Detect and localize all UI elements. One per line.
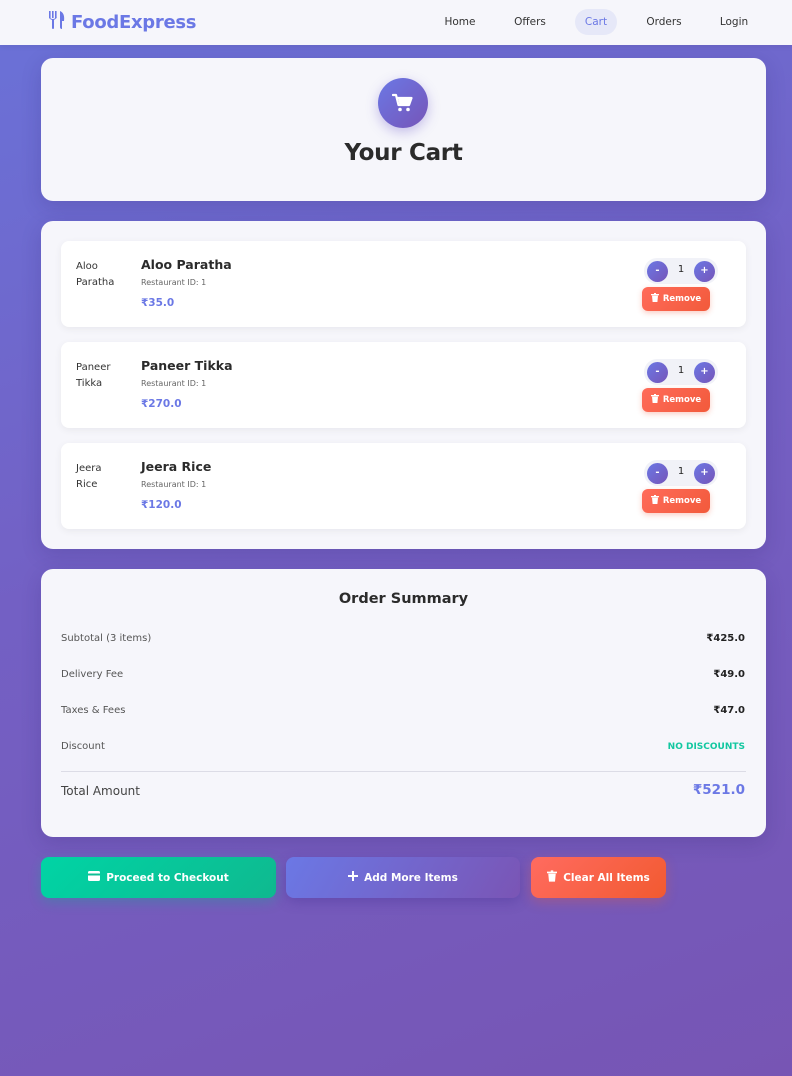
subtotal-value: ₹425.0 [706, 633, 745, 644]
item-restaurant: Restaurant ID: 1 [141, 480, 207, 489]
nav-offers[interactable]: Offers [506, 9, 554, 35]
nav-cart[interactable]: Cart [575, 9, 617, 35]
quantity-value: 1 [677, 466, 685, 477]
total-label: Total Amount [61, 784, 140, 798]
trash-icon [650, 293, 659, 305]
item-name: Paneer Tikka [141, 358, 233, 373]
item-image: Aloo Paratha [76, 261, 115, 288]
remove-item-button[interactable]: Remove [642, 287, 710, 311]
delivery-fee-label: Delivery Fee [61, 669, 124, 680]
order-summary-card: Order Summary Subtotal (3 items) ₹425.0 … [41, 569, 766, 837]
quantity-value: 1 [677, 365, 685, 376]
clear-all-items-button[interactable]: Clear All Items [531, 857, 666, 898]
item-price: ₹120.0 [141, 499, 182, 511]
checkout-label: Proceed to Checkout [106, 871, 229, 884]
quantity-value: 1 [677, 264, 685, 275]
nav-orders[interactable]: Orders [640, 9, 688, 35]
cart-header-card: Your Cart [41, 58, 766, 201]
cart-item: Jeera Rice Jeera Rice Restaurant ID: 1 ₹… [61, 443, 746, 529]
item-restaurant: Restaurant ID: 1 [141, 379, 207, 388]
total-value: ₹521.0 [692, 782, 745, 798]
quantity-stepper: - 1 + [644, 460, 718, 486]
shopping-cart-icon [378, 78, 428, 128]
trash-icon [650, 394, 659, 406]
cart-item: Aloo Paratha Aloo Paratha Restaurant ID:… [61, 241, 746, 327]
proceed-to-checkout-button[interactable]: Proceed to Checkout [41, 857, 276, 898]
item-restaurant: Restaurant ID: 1 [141, 278, 207, 287]
increase-quantity-button[interactable]: + [694, 463, 715, 484]
add-more-items-button[interactable]: Add More Items [286, 857, 520, 898]
nav-login[interactable]: Login [711, 9, 757, 35]
page-title: Your Cart [344, 140, 463, 166]
trash-icon [650, 495, 659, 507]
navbar: FoodExpress Home Offers Cart Orders Logi… [0, 0, 792, 45]
item-image: Paneer Tikka [76, 362, 111, 389]
item-price: ₹270.0 [141, 398, 182, 410]
delivery-fee-value: ₹49.0 [713, 669, 745, 680]
cart-item: Paneer Tikka Paneer Tikka Restaurant ID:… [61, 342, 746, 428]
item-name: Aloo Paratha [141, 257, 232, 272]
decrease-quantity-button[interactable]: - [647, 463, 668, 484]
taxes-value: ₹47.0 [713, 705, 745, 716]
increase-quantity-button[interactable]: + [694, 362, 715, 383]
item-price: ₹35.0 [141, 297, 175, 309]
decrease-quantity-button[interactable]: - [647, 261, 668, 282]
plus-icon [348, 871, 359, 884]
credit-card-icon [88, 871, 101, 884]
taxes-label: Taxes & Fees [61, 705, 126, 716]
decrease-quantity-button[interactable]: - [647, 362, 668, 383]
brand-logo[interactable]: FoodExpress [47, 11, 196, 33]
quantity-stepper: - 1 + [644, 258, 718, 284]
summary-title: Order Summary [338, 591, 469, 607]
nav-home[interactable]: Home [436, 9, 484, 35]
remove-label: Remove [662, 496, 702, 506]
utensils-icon [47, 10, 67, 34]
remove-item-button[interactable]: Remove [642, 489, 710, 513]
increase-quantity-button[interactable]: + [694, 261, 715, 282]
brand-name: FoodExpress [71, 11, 197, 33]
cart-items-card: Aloo Paratha Aloo Paratha Restaurant ID:… [41, 221, 766, 549]
subtotal-label: Subtotal (3 items) [61, 633, 152, 644]
clear-all-label: Clear All Items [563, 871, 650, 884]
remove-label: Remove [662, 395, 702, 405]
quantity-stepper: - 1 + [644, 359, 718, 385]
discount-label: Discount [61, 741, 105, 752]
item-image: Jeera Rice [76, 463, 102, 490]
remove-item-button[interactable]: Remove [642, 388, 710, 412]
discount-value: NO DISCOUNTS [667, 742, 745, 752]
trash-icon [547, 870, 558, 885]
summary-divider [61, 771, 746, 772]
remove-label: Remove [662, 294, 702, 304]
add-more-label: Add More Items [364, 871, 458, 884]
item-name: Jeera Rice [141, 459, 212, 474]
